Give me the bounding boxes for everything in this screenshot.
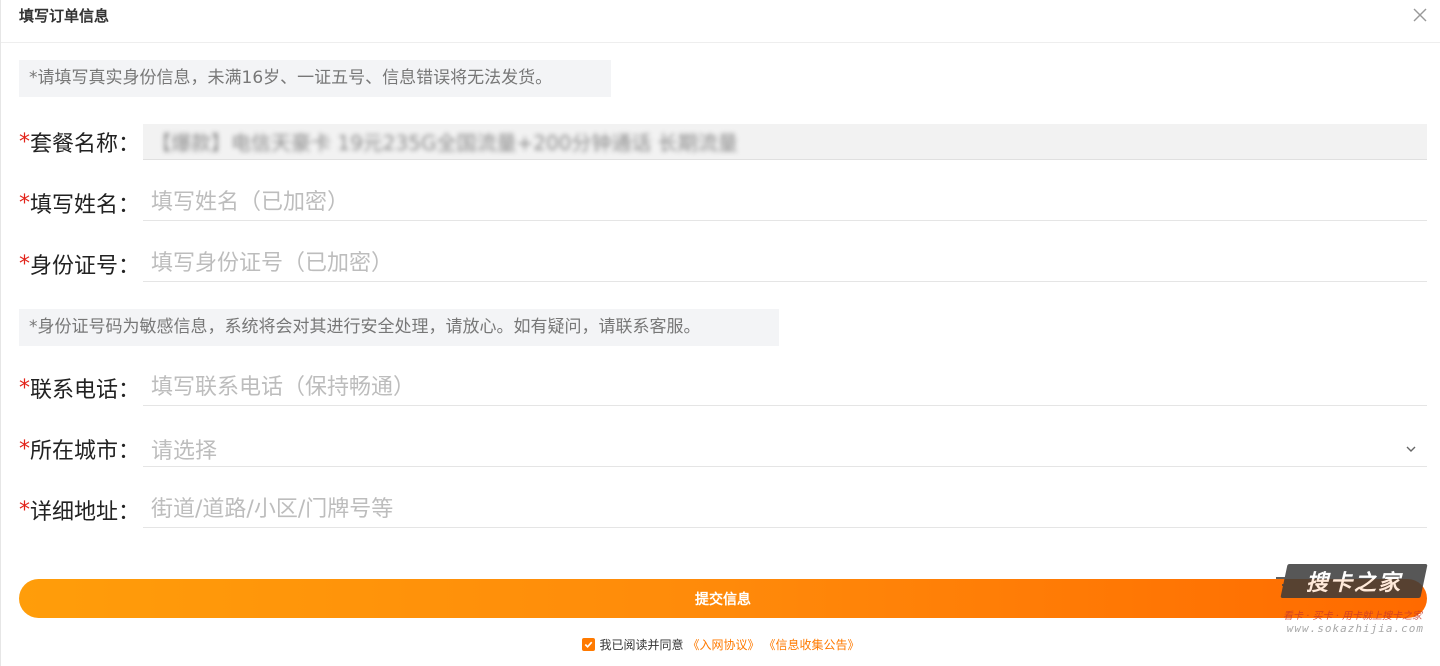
submit-button[interactable]: 提交信息 — [19, 579, 1427, 618]
network-agreement-link[interactable]: 《入网协议》 — [687, 636, 759, 653]
required-mark: * — [19, 190, 30, 216]
address-label-text: 详细地址： — [30, 500, 141, 525]
agreement-row: 我已阅读并同意 《入网协议》 《信息收集公告》 — [1, 636, 1440, 653]
dialog-header: 填写订单信息 — [1, 0, 1440, 43]
id-number-input[interactable] — [143, 251, 1427, 276]
city-label: * 所在城市： — [19, 433, 143, 465]
identity-notice: *请填写真实身份信息，未满16岁、一证五号、信息错误将无法发货。 — [19, 60, 611, 97]
city-field: * 所在城市： 请选择 — [19, 431, 1427, 467]
phone-label-text: 联系电话： — [30, 378, 141, 403]
watermark-logo-text: 搜卡之家 — [1305, 570, 1402, 596]
package-label-text: 套餐名称： — [30, 132, 141, 157]
required-mark: * — [19, 251, 30, 277]
chevron-down-icon — [1406, 446, 1416, 452]
close-icon — [1413, 8, 1427, 22]
info-collection-link[interactable]: 《信息收集公告》 — [764, 636, 860, 653]
name-label: * 填写姓名： — [19, 187, 143, 219]
city-select-placeholder: 请选择 — [151, 438, 218, 464]
phone-input-wrap — [143, 370, 1427, 406]
watermark-logo: 搜卡之家 — [1280, 564, 1428, 598]
id-number-label: * 身份证号： — [19, 248, 143, 280]
required-mark: * — [19, 497, 30, 523]
name-label-text: 填写姓名： — [30, 193, 141, 218]
id-security-notice: *身份证号码为敏感信息，系统将会对其进行安全处理，请放心。如有疑问，请联系客服。 — [19, 309, 779, 346]
order-info-dialog: 填写订单信息 *请填写真实身份信息，未满16岁、一证五号、信息错误将无法发货。 … — [0, 0, 1440, 666]
address-input[interactable] — [143, 497, 1427, 522]
watermark-slogan: 看卡 · 买卡 · 用卡就上搜卡之家 — [1282, 611, 1422, 622]
close-button[interactable] — [1410, 5, 1430, 25]
checkmark-icon — [585, 641, 593, 648]
required-mark: * — [19, 436, 30, 462]
city-select[interactable]: 请选择 — [143, 431, 1427, 467]
agreement-text: 我已阅读并同意 — [599, 638, 684, 652]
agreement-checkbox[interactable] — [582, 638, 596, 651]
required-mark: * — [19, 129, 30, 155]
address-input-wrap — [143, 492, 1427, 528]
address-field: * 详细地址： — [19, 492, 1427, 528]
package-value: 【爆款】电信天豪卡 19元235G全国流量+200分钟通话 长期流量 — [151, 131, 738, 155]
city-label-text: 所在城市： — [30, 439, 141, 464]
phone-input[interactable] — [143, 375, 1427, 400]
name-field: * 填写姓名： — [19, 185, 1427, 221]
address-label: * 详细地址： — [19, 494, 143, 526]
name-input-wrap — [143, 185, 1427, 221]
phone-label: * 联系电话： — [19, 372, 143, 404]
name-input[interactable] — [143, 190, 1427, 215]
id-number-input-wrap — [143, 246, 1427, 282]
package-label: * 套餐名称： — [19, 126, 143, 158]
id-number-label-text: 身份证号： — [30, 254, 141, 279]
package-field: * 套餐名称： 【爆款】电信天豪卡 19元235G全国流量+200分钟通话 长期… — [19, 124, 1427, 160]
phone-field: * 联系电话： — [19, 370, 1427, 406]
dialog-title: 填写订单信息 — [19, 6, 110, 25]
required-mark: * — [19, 375, 30, 401]
package-value-box: 【爆款】电信天豪卡 19元235G全国流量+200分钟通话 长期流量 — [143, 124, 1427, 160]
id-number-field: * 身份证号： — [19, 246, 1427, 282]
watermark-url: www.sokazhijia.com — [1286, 622, 1424, 635]
watermark: 搜卡之家 看卡 · 买卡 · 用卡就上搜卡之家 www.sokazhijia.c… — [1272, 560, 1432, 636]
